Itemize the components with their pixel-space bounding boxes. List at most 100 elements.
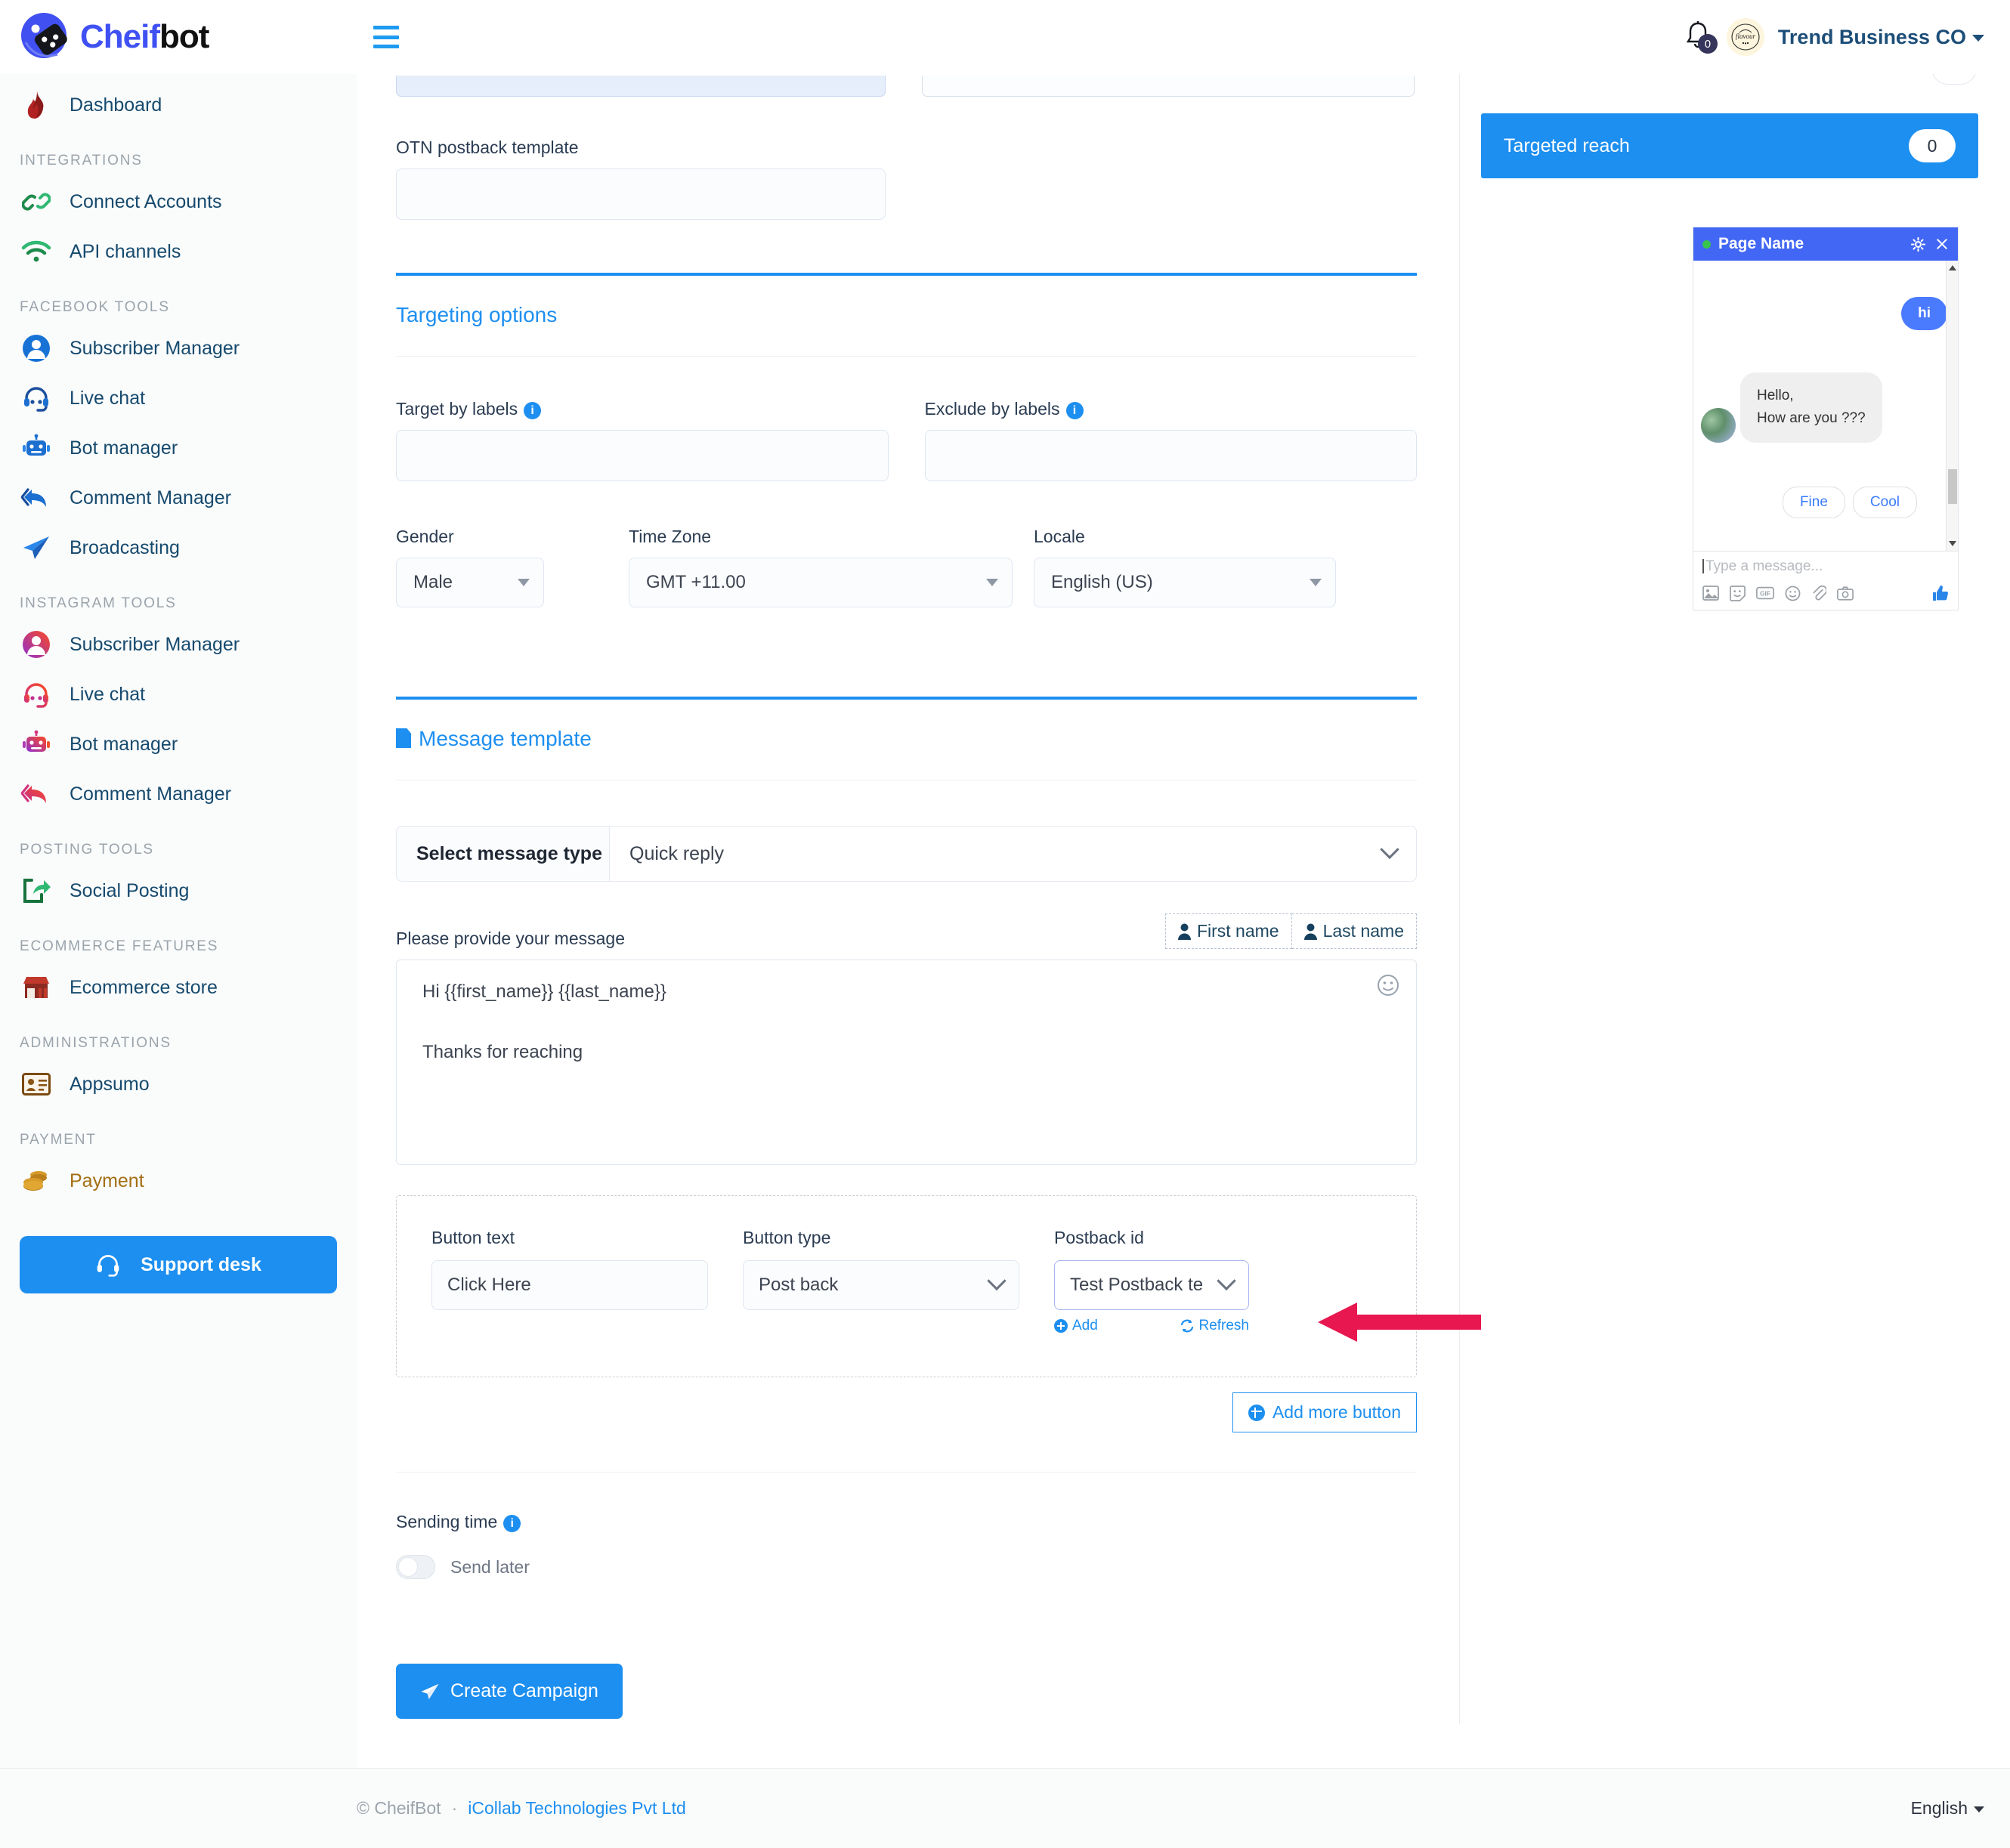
sidebar-item-fb-live-chat[interactable]: Live chat [0, 373, 357, 423]
scroll-up-arrow-icon[interactable] [1949, 265, 1956, 270]
sidebar-item-fb-subscriber-manager[interactable]: Subscriber Manager [0, 323, 357, 373]
button-type-select[interactable]: Post back [743, 1260, 1019, 1310]
quick-reply-fine[interactable]: Fine [1782, 486, 1845, 518]
sidebar-item-ig-bot-manager[interactable]: Bot manager [0, 719, 357, 769]
info-icon[interactable]: i [524, 402, 542, 419]
gender-select[interactable]: Male [396, 558, 544, 607]
info-icon[interactable]: i [503, 1515, 521, 1532]
button-text-label: Button text [431, 1228, 515, 1247]
sidebar-item-social-posting[interactable]: Social Posting [0, 866, 357, 916]
sidebar-item-ig-subscriber-manager[interactable]: Subscriber Manager [0, 620, 357, 669]
otn-postback-template-input[interactable] [396, 168, 886, 220]
svg-text:GIF: GIF [1760, 590, 1770, 598]
attachment-icon[interactable] [1811, 585, 1826, 601]
button-text-input[interactable]: Click Here [431, 1260, 708, 1310]
main-content: OTN postback template Targeting options … [357, 74, 1460, 1724]
account-name-label: Trend Business CO [1777, 25, 1966, 48]
chevron-down-icon [1310, 579, 1322, 586]
targeting-selects-row: Gender Male Time Zone GMT +11.00 Locale … [396, 527, 1417, 607]
add-postback-link[interactable]: Add [1054, 1318, 1098, 1334]
info-icon[interactable]: i [1065, 402, 1084, 419]
account-menu-button[interactable]: Trend Business CO [1778, 26, 1984, 49]
locale-select[interactable]: English (US) [1034, 558, 1336, 607]
postback-id-label: Postback id [1054, 1228, 1144, 1247]
sidebar-item-fb-comment-manager[interactable]: Comment Manager [0, 473, 357, 523]
svg-text:flavour: flavour [1736, 32, 1755, 40]
close-icon[interactable] [1935, 237, 1949, 251]
targeted-reach-label: Targeted reach [1504, 134, 1630, 156]
quick-reply-cool[interactable]: Cool [1852, 486, 1917, 518]
insert-first-name-button[interactable]: First name [1164, 913, 1292, 949]
send-later-toggle[interactable] [396, 1555, 435, 1579]
sidebar-item-appsumo[interactable]: Appsumo [0, 1059, 357, 1109]
chat-scrollbar[interactable] [1946, 261, 1958, 551]
sidebar-toggle-button[interactable] [373, 26, 399, 48]
button-type-label: Button type [743, 1228, 831, 1247]
sidebar-item-ig-live-chat[interactable]: Live chat [0, 669, 357, 719]
gif-icon[interactable]: GIF [1756, 586, 1774, 600]
targeted-reach-bar: Targeted reach 0 [1481, 113, 1978, 178]
emoji-icon[interactable] [1785, 586, 1801, 601]
timezone-select[interactable]: GMT +11.00 [629, 558, 1013, 607]
target-by-labels-input[interactable] [396, 430, 889, 481]
gender-group: Gender Male [396, 527, 544, 607]
sidebar-item-dashboard[interactable]: Dashboard [0, 80, 357, 130]
insert-last-name-button[interactable]: Last name [1291, 913, 1417, 949]
sidebar-item-label: Live chat [70, 387, 146, 409]
store-icon [20, 971, 53, 1004]
sidebar-section-title: ECOMMERCE FEATURES [20, 938, 219, 954]
app-logo[interactable]: Cheifbot [0, 0, 357, 74]
exclude-by-labels-input[interactable] [924, 430, 1417, 481]
account-avatar[interactable]: flavour [1726, 18, 1764, 56]
wifi-icon [20, 235, 53, 268]
postback-id-select[interactable]: Test Postback te [1054, 1260, 1249, 1310]
sidebar-item-payment[interactable]: Payment [0, 1156, 357, 1206]
sidebar-item-fb-bot-manager[interactable]: Bot manager [0, 423, 357, 473]
main-sidebar: Dashboard INTEGRATIONS Connect Accounts … [0, 74, 357, 1848]
footer-separator: · [451, 1798, 458, 1818]
refresh-postback-link[interactable]: Refresh [1180, 1318, 1249, 1334]
support-desk-button[interactable]: Support desk [20, 1236, 337, 1293]
message-label-row: Please provide your message First name L… [396, 913, 1417, 949]
button-text-value: Click Here [447, 1275, 531, 1295]
gender-label: Gender [396, 527, 454, 546]
sidebar-section-title: PAYMENT [20, 1132, 97, 1148]
sidebar-item-ig-comment-manager[interactable]: Comment Manager [0, 769, 357, 819]
merge-tag-chips: First name Last name [1164, 913, 1417, 949]
camera-icon[interactable] [1837, 586, 1854, 601]
chat-message-input[interactable]: Type a message... [1702, 559, 1949, 573]
sticker-icon[interactable] [1730, 585, 1746, 601]
chevron-down-icon [1972, 34, 1984, 42]
incoming-message-bubble: Hello, How are you ??? [1740, 372, 1882, 443]
sidebar-item-ecommerce-store[interactable]: Ecommerce store [0, 963, 357, 1012]
notifications-button[interactable]: 0 [1683, 19, 1718, 55]
sidebar-item-api-channels[interactable]: API channels [0, 227, 357, 277]
otn-postback-template-label: OTN postback template [396, 138, 579, 157]
footer-company-link[interactable]: iCollab Technologies Pvt Ltd [468, 1798, 686, 1819]
gear-icon[interactable] [1911, 236, 1925, 252]
thumbs-up-icon[interactable] [1931, 584, 1949, 602]
emoji-picker-icon[interactable] [1377, 974, 1399, 997]
sidebar-item-label: Subscriber Manager [70, 337, 240, 359]
language-selector[interactable]: English [1911, 1798, 1984, 1819]
sidebar-section-title: INTEGRATIONS [20, 153, 143, 168]
sidebar-item-connect-accounts[interactable]: Connect Accounts [0, 177, 357, 227]
message-textarea[interactable]: Hi {{first_name}} {{last_name}} Thanks f… [396, 960, 1417, 1165]
clipped-select-field[interactable] [396, 76, 886, 97]
clipped-pill-control[interactable] [1931, 74, 1977, 85]
postback-id-group: Postback id Test Postback te Add Refresh [1054, 1228, 1249, 1334]
quick-reply-buttons: Fine Cool [1701, 486, 1947, 518]
clipped-text-field[interactable] [922, 76, 1415, 97]
plus-circle-icon [1054, 1319, 1068, 1333]
sidebar-item-broadcasting[interactable]: Broadcasting [0, 523, 357, 573]
create-campaign-button[interactable]: Create Campaign [396, 1664, 623, 1719]
chevron-down-icon [1217, 1271, 1236, 1291]
select-message-type-select[interactable]: Quick reply [610, 827, 1416, 881]
image-icon[interactable] [1702, 586, 1719, 601]
add-more-button[interactable]: Add more button [1232, 1392, 1417, 1432]
chevron-down-icon [1974, 1806, 1984, 1812]
scroll-down-arrow-icon[interactable] [1949, 541, 1956, 546]
chat-compose-tools: GIF [1702, 584, 1949, 602]
scrollbar-thumb[interactable] [1948, 469, 1957, 504]
sidebar-item-label: Live chat [70, 683, 146, 705]
